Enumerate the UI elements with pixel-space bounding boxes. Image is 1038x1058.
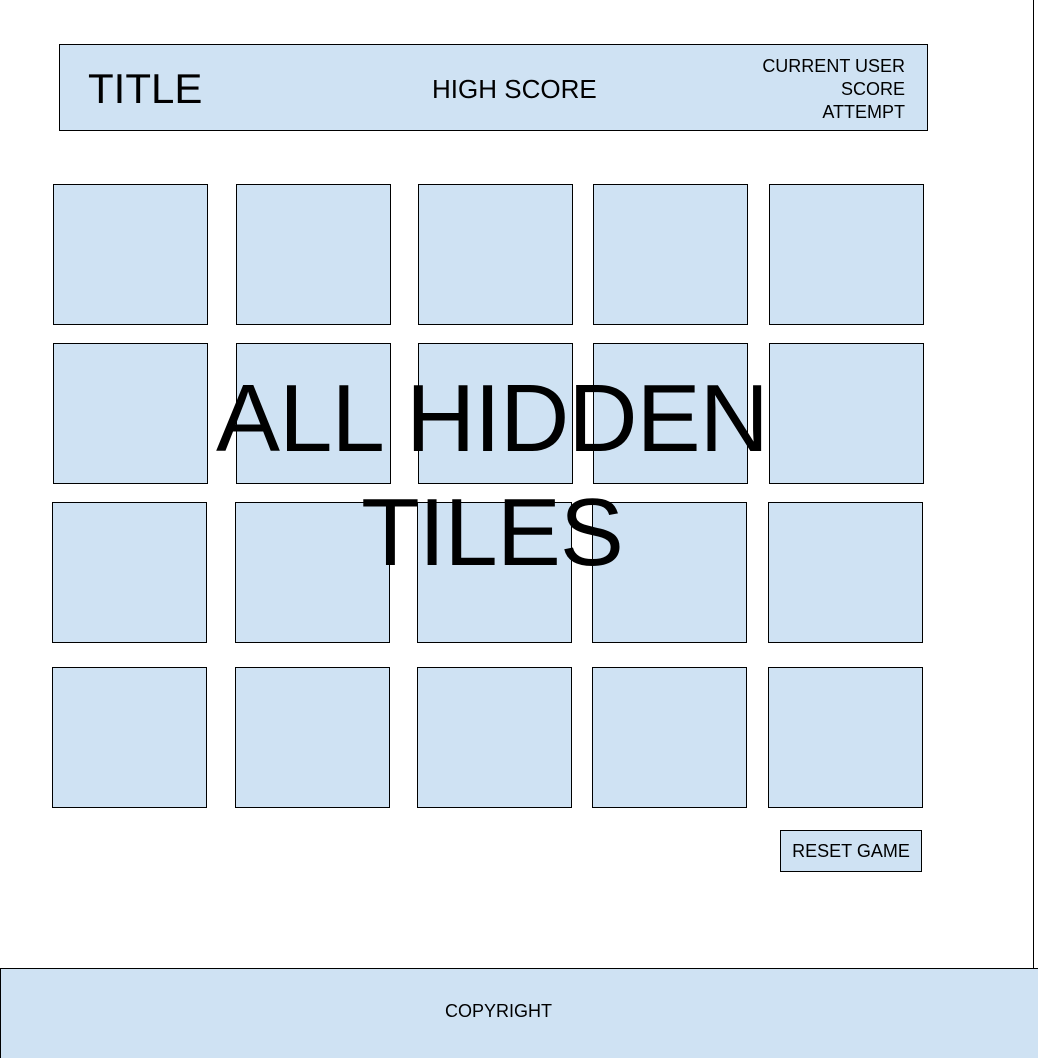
hidden-tile[interactable] — [593, 343, 748, 484]
hidden-tile[interactable] — [593, 184, 748, 325]
game-header: TITLE HIGH SCORE CURRENT USER SCORE ATTE… — [59, 44, 928, 131]
hidden-tile[interactable] — [592, 667, 747, 808]
copyright-text: COPYRIGHT — [444, 1001, 552, 1021]
hidden-tile[interactable] — [418, 184, 573, 325]
hidden-tile[interactable] — [768, 667, 923, 808]
page-frame-line — [1033, 0, 1034, 968]
attempt-label: ATTEMPT — [822, 102, 905, 122]
current-user-label: CURRENT USER — [762, 56, 905, 76]
hidden-tile[interactable] — [235, 502, 390, 643]
score-label: SCORE — [840, 79, 905, 99]
hidden-tile[interactable] — [592, 502, 747, 643]
hidden-tile[interactable] — [769, 343, 924, 484]
hidden-tile[interactable] — [417, 502, 572, 643]
hidden-tile[interactable] — [236, 184, 391, 325]
hidden-tile[interactable] — [52, 502, 207, 643]
hidden-tile[interactable] — [235, 667, 390, 808]
high-score-label: HIGH SCORE — [432, 74, 597, 104]
hidden-tile[interactable] — [236, 343, 391, 484]
game-title: TITLE — [88, 65, 203, 112]
reset-game-button[interactable]: RESET GAME — [780, 830, 922, 872]
hidden-tile[interactable] — [418, 343, 573, 484]
hidden-tile[interactable] — [53, 343, 208, 484]
footer: COPYRIGHT — [0, 968, 1038, 1058]
hidden-tile[interactable] — [768, 502, 923, 643]
hidden-tile[interactable] — [52, 667, 207, 808]
user-stats: CURRENT USER SCORE ATTEMPT — [762, 55, 905, 124]
hidden-tile[interactable] — [769, 184, 924, 325]
hidden-tile[interactable] — [53, 184, 208, 325]
hidden-tile[interactable] — [417, 667, 572, 808]
